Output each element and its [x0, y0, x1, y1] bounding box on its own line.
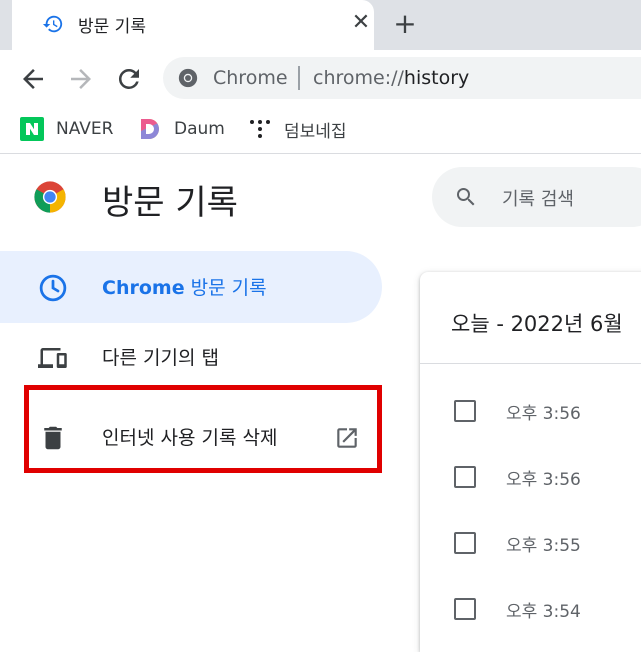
bookmark-dumbo[interactable]: 덤보네집 [248, 116, 347, 142]
reload-icon[interactable] [114, 64, 144, 94]
checkbox[interactable] [454, 400, 476, 422]
devices-icon [38, 348, 67, 368]
search-icon [457, 188, 475, 206]
checkbox[interactable] [454, 532, 476, 554]
entry-time: 오후 3:55 [506, 536, 581, 556]
date-header: 오늘 - 2022년 6월 [420, 272, 641, 364]
chrome-icon [178, 68, 198, 88]
bookmark-label: 덤보네집 [284, 121, 347, 142]
naver-icon [20, 117, 44, 141]
entry-time: 오후 3:56 [506, 470, 581, 490]
history-entry[interactable]: 오후 3:54 [420, 580, 641, 646]
history-entry[interactable]: 오후 3:56 [420, 448, 641, 514]
search-placeholder: 기록 검색 [502, 189, 574, 210]
bookmark-label: NAVER [56, 119, 114, 139]
site-label: Chrome [213, 67, 288, 89]
chrome-logo-icon [34, 181, 66, 213]
checkbox[interactable] [454, 466, 476, 488]
entry-time: 오후 3:56 [506, 404, 581, 424]
highlight-box [24, 385, 382, 473]
sidebar-item-chrome-history[interactable]: Chrome 방문 기록 [0, 251, 382, 323]
sidebar-item-other-devices[interactable]: 다른 기기의 탭 [0, 321, 382, 393]
tab-title: 방문 기록 [78, 17, 146, 37]
close-tab-button[interactable]: ✕ [350, 12, 372, 34]
toolbar: Chrome chrome://history [0, 50, 641, 108]
forward-arrow-icon[interactable] [66, 64, 96, 94]
date-header-title: 오늘 - 2022년 6월 [451, 312, 623, 336]
history-icon [42, 15, 63, 33]
tab-strip: 방문 기록 ✕ + [0, 0, 641, 50]
dots-icon [250, 120, 270, 138]
history-entry[interactable]: 오후 3:56 [420, 382, 641, 448]
tab-history[interactable]: 방문 기록 ✕ [12, 0, 374, 50]
entry-time: 오후 3:54 [506, 602, 581, 622]
history-entry[interactable]: 오후 3:55 [420, 514, 641, 580]
sidebar-item-label: Chrome 방문 기록 [102, 277, 267, 299]
search-input[interactable]: 기록 검색 [432, 167, 641, 227]
bookmark-daum[interactable]: Daum [138, 116, 225, 142]
clock-icon [39, 274, 67, 302]
divider [298, 66, 300, 90]
history-card: 오늘 - 2022년 6월 오후 3:56 오후 3:56 오후 3:55 오후… [420, 272, 641, 652]
new-tab-button[interactable]: + [392, 10, 418, 38]
url-text: chrome://history [313, 67, 470, 89]
back-arrow-icon[interactable] [18, 64, 48, 94]
sidebar-item-label: 다른 기기의 탭 [102, 347, 219, 369]
checkbox[interactable] [454, 598, 476, 620]
address-bar[interactable]: Chrome chrome://history [163, 57, 641, 99]
bookmarks-bar: NAVER Daum 덤보네집 [0, 108, 641, 154]
daum-icon [141, 118, 160, 139]
bookmark-naver[interactable]: NAVER [20, 116, 113, 142]
page-title: 방문 기록 [102, 183, 238, 223]
bookmark-label: Daum [174, 119, 225, 139]
